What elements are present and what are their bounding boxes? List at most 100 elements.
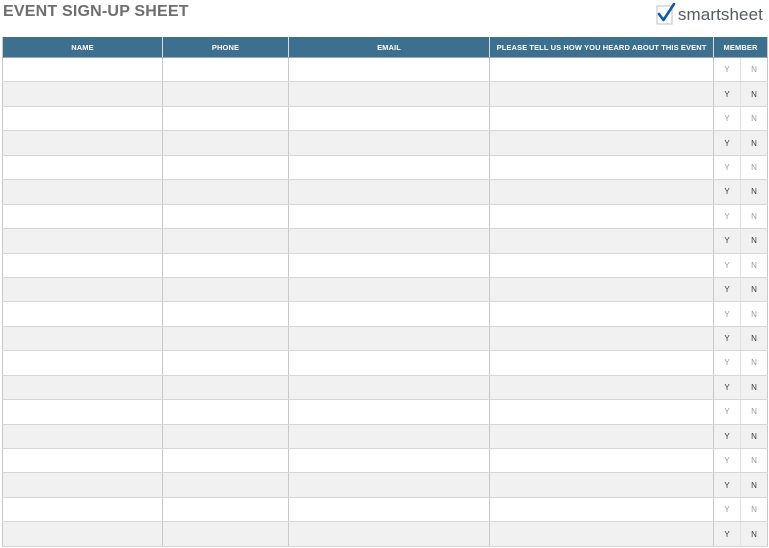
phone-cell[interactable] bbox=[162, 375, 289, 401]
phone-cell[interactable] bbox=[162, 57, 289, 83]
member-yes-option[interactable]: Y bbox=[713, 179, 741, 205]
name-cell[interactable] bbox=[2, 448, 163, 474]
member-yes-option[interactable]: Y bbox=[713, 350, 741, 376]
name-cell[interactable] bbox=[2, 497, 163, 523]
heard-about-cell[interactable] bbox=[489, 399, 714, 425]
phone-cell[interactable] bbox=[162, 81, 289, 107]
email-cell[interactable] bbox=[288, 326, 490, 352]
member-yes-option[interactable]: Y bbox=[713, 375, 741, 401]
heard-about-cell[interactable] bbox=[489, 57, 714, 83]
member-no-option[interactable]: N bbox=[740, 228, 768, 254]
email-cell[interactable] bbox=[288, 130, 490, 156]
name-cell[interactable] bbox=[2, 424, 163, 450]
heard-about-cell[interactable] bbox=[489, 130, 714, 156]
member-yes-option[interactable]: Y bbox=[713, 399, 741, 425]
member-no-option[interactable]: N bbox=[740, 399, 768, 425]
name-cell[interactable] bbox=[2, 326, 163, 352]
member-yes-option[interactable]: Y bbox=[713, 472, 741, 498]
heard-about-cell[interactable] bbox=[489, 424, 714, 450]
name-cell[interactable] bbox=[2, 472, 163, 498]
member-no-option[interactable]: N bbox=[740, 424, 768, 450]
email-cell[interactable] bbox=[288, 521, 490, 547]
member-yes-option[interactable]: Y bbox=[713, 253, 741, 278]
phone-cell[interactable] bbox=[162, 277, 289, 303]
name-cell[interactable] bbox=[2, 301, 163, 327]
member-yes-option[interactable]: Y bbox=[713, 521, 741, 547]
phone-cell[interactable] bbox=[162, 497, 289, 523]
phone-cell[interactable] bbox=[162, 424, 289, 450]
member-yes-option[interactable]: Y bbox=[713, 301, 741, 327]
heard-about-cell[interactable] bbox=[489, 228, 714, 254]
email-cell[interactable] bbox=[288, 204, 490, 230]
phone-cell[interactable] bbox=[162, 228, 289, 254]
member-no-option[interactable]: N bbox=[740, 301, 768, 327]
email-cell[interactable] bbox=[288, 81, 490, 107]
email-cell[interactable] bbox=[288, 301, 490, 327]
name-cell[interactable] bbox=[2, 521, 163, 547]
email-cell[interactable] bbox=[288, 399, 490, 425]
member-no-option[interactable]: N bbox=[740, 521, 768, 547]
email-cell[interactable] bbox=[288, 106, 490, 132]
member-no-option[interactable]: N bbox=[740, 472, 768, 498]
member-yes-option[interactable]: Y bbox=[713, 106, 741, 132]
email-cell[interactable] bbox=[288, 350, 490, 376]
member-yes-option[interactable]: Y bbox=[713, 497, 741, 523]
email-cell[interactable] bbox=[288, 253, 490, 278]
member-yes-option[interactable]: Y bbox=[713, 57, 741, 83]
name-cell[interactable] bbox=[2, 375, 163, 401]
email-cell[interactable] bbox=[288, 472, 490, 498]
heard-about-cell[interactable] bbox=[489, 472, 714, 498]
name-cell[interactable] bbox=[2, 399, 163, 425]
heard-about-cell[interactable] bbox=[489, 375, 714, 401]
heard-about-cell[interactable] bbox=[489, 277, 714, 303]
email-cell[interactable] bbox=[288, 57, 490, 83]
member-no-option[interactable]: N bbox=[740, 277, 768, 303]
heard-about-cell[interactable] bbox=[489, 106, 714, 132]
email-cell[interactable] bbox=[288, 497, 490, 523]
email-cell[interactable] bbox=[288, 228, 490, 254]
name-cell[interactable] bbox=[2, 130, 163, 156]
name-cell[interactable] bbox=[2, 350, 163, 376]
phone-cell[interactable] bbox=[162, 106, 289, 132]
phone-cell[interactable] bbox=[162, 155, 289, 181]
name-cell[interactable] bbox=[2, 179, 163, 205]
phone-cell[interactable] bbox=[162, 179, 289, 205]
name-cell[interactable] bbox=[2, 277, 163, 303]
name-cell[interactable] bbox=[2, 57, 163, 83]
heard-about-cell[interactable] bbox=[489, 326, 714, 352]
heard-about-cell[interactable] bbox=[489, 253, 714, 278]
member-no-option[interactable]: N bbox=[740, 179, 768, 205]
member-yes-option[interactable]: Y bbox=[713, 448, 741, 474]
phone-cell[interactable] bbox=[162, 472, 289, 498]
heard-about-cell[interactable] bbox=[489, 179, 714, 205]
name-cell[interactable] bbox=[2, 204, 163, 230]
email-cell[interactable] bbox=[288, 424, 490, 450]
phone-cell[interactable] bbox=[162, 301, 289, 327]
email-cell[interactable] bbox=[288, 155, 490, 181]
email-cell[interactable] bbox=[288, 375, 490, 401]
heard-about-cell[interactable] bbox=[489, 81, 714, 107]
member-yes-option[interactable]: Y bbox=[713, 204, 741, 230]
phone-cell[interactable] bbox=[162, 399, 289, 425]
heard-about-cell[interactable] bbox=[489, 521, 714, 547]
member-no-option[interactable]: N bbox=[740, 350, 768, 376]
name-cell[interactable] bbox=[2, 155, 163, 181]
member-yes-option[interactable]: Y bbox=[713, 424, 741, 450]
member-yes-option[interactable]: Y bbox=[713, 81, 741, 107]
phone-cell[interactable] bbox=[162, 521, 289, 547]
member-no-option[interactable]: N bbox=[740, 204, 768, 230]
heard-about-cell[interactable] bbox=[489, 204, 714, 230]
member-no-option[interactable]: N bbox=[740, 155, 768, 181]
heard-about-cell[interactable] bbox=[489, 155, 714, 181]
member-no-option[interactable]: N bbox=[740, 253, 768, 278]
heard-about-cell[interactable] bbox=[489, 497, 714, 523]
email-cell[interactable] bbox=[288, 448, 490, 474]
member-no-option[interactable]: N bbox=[740, 57, 768, 83]
email-cell[interactable] bbox=[288, 277, 490, 303]
phone-cell[interactable] bbox=[162, 253, 289, 278]
member-yes-option[interactable]: Y bbox=[713, 155, 741, 181]
name-cell[interactable] bbox=[2, 253, 163, 278]
member-no-option[interactable]: N bbox=[740, 81, 768, 107]
phone-cell[interactable] bbox=[162, 448, 289, 474]
name-cell[interactable] bbox=[2, 81, 163, 107]
